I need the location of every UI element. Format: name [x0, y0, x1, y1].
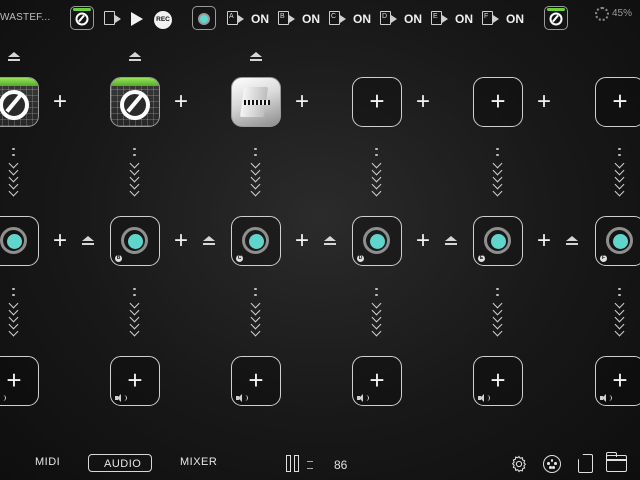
plus-icon: + — [369, 86, 385, 116]
tempo-value[interactable]: 86 — [334, 458, 347, 472]
tempo-lines-icon — [307, 461, 313, 469]
plus-icon: + — [369, 365, 385, 395]
battery-percent: 45% — [612, 8, 633, 19]
eject-icon[interactable] — [127, 52, 143, 62]
speaker-icon — [115, 394, 127, 402]
tab-mixer[interactable]: MIXER — [180, 456, 217, 468]
instrument-slot-c[interactable] — [231, 77, 281, 127]
play-icon[interactable] — [131, 12, 143, 26]
output-slot-a[interactable]: + — [0, 356, 39, 406]
plus-icon: + — [612, 86, 628, 116]
instrument-slot-a[interactable] — [0, 77, 39, 127]
scene-c-icon[interactable]: C — [329, 11, 346, 25]
speaker-icon — [600, 394, 612, 402]
fx-ring-icon — [6, 233, 22, 249]
output-slot-d[interactable]: + — [352, 356, 402, 406]
fx-monitor-button[interactable] — [192, 6, 216, 30]
eject-icon[interactable] — [248, 52, 264, 62]
moog-logo-icon — [549, 12, 563, 26]
tap-tempo-icon[interactable] — [286, 455, 302, 474]
fx-ring-icon — [490, 233, 506, 249]
add-fx-plus[interactable]: + — [414, 229, 432, 253]
speaker-icon — [478, 394, 490, 402]
eject-icon[interactable] — [201, 236, 217, 246]
import-clip-icon[interactable] — [104, 11, 121, 25]
speaker-icon — [0, 394, 6, 402]
fx-slot-c[interactable]: C — [231, 216, 281, 266]
plus-icon: + — [127, 365, 143, 395]
scene-f-state[interactable]: ON — [506, 12, 524, 26]
add-fx-plus[interactable]: + — [51, 229, 69, 253]
fx-slot-b[interactable]: B — [110, 216, 160, 266]
scene-b-icon[interactable]: B — [278, 11, 295, 25]
instrument-slot-d[interactable]: + — [352, 77, 402, 127]
plus-icon: + — [248, 365, 264, 395]
folder-icon[interactable] — [605, 452, 627, 472]
plus-icon: + — [490, 86, 506, 116]
channel-badge: C — [236, 255, 243, 262]
add-instrument-plus[interactable]: + — [293, 90, 311, 114]
fx-ring-icon — [198, 13, 210, 26]
moog-logo-icon — [0, 90, 29, 120]
fx-ring-icon — [612, 233, 628, 249]
instrument-slot-b[interactable] — [110, 77, 160, 127]
tab-midi[interactable]: MIDI — [35, 456, 60, 468]
scene-c-state[interactable]: ON — [353, 12, 371, 26]
channel-badge: D — [357, 255, 364, 262]
instrument-slot-f[interactable]: + — [595, 77, 640, 127]
channel-badge: F — [600, 255, 607, 262]
output-slot-f[interactable]: + — [595, 356, 640, 406]
add-instrument-plus[interactable]: + — [51, 90, 69, 114]
gear-icon[interactable] — [510, 455, 528, 473]
fx-slot-e[interactable]: E — [473, 216, 523, 266]
host-app-button[interactable] — [70, 6, 94, 30]
speaker-icon — [236, 394, 248, 402]
output-slot-b[interactable]: + — [110, 356, 160, 406]
scene-a-state[interactable]: ON — [251, 12, 269, 26]
fx-slot-d[interactable]: D — [352, 216, 402, 266]
project-name[interactable]: WASTEF... — [0, 12, 50, 23]
moog-app-shortcut[interactable] — [544, 6, 568, 30]
eject-icon[interactable] — [564, 236, 580, 246]
scene-a-icon[interactable]: A — [227, 11, 244, 25]
add-fx-plus[interactable]: + — [172, 229, 190, 253]
record-button[interactable]: REC — [154, 11, 172, 29]
fx-slot-a[interactable] — [0, 216, 39, 266]
add-fx-plus[interactable]: + — [535, 229, 553, 253]
plus-icon: + — [6, 365, 22, 395]
scene-d-icon[interactable]: D — [380, 11, 397, 25]
scene-f-icon[interactable]: F — [482, 11, 499, 25]
add-fx-plus[interactable]: + — [293, 229, 311, 253]
scene-d-state[interactable]: ON — [404, 12, 422, 26]
fx-ring-icon — [127, 233, 143, 249]
fx-ring-icon — [369, 233, 385, 249]
fx-ring-icon — [248, 233, 264, 249]
add-instrument-plus[interactable]: + — [172, 90, 190, 114]
eject-icon[interactable] — [322, 236, 338, 246]
sd-card-icon[interactable] — [578, 454, 593, 473]
instrument-slot-e[interactable]: + — [473, 77, 523, 127]
channel-badge: B — [115, 255, 122, 262]
plus-icon: + — [612, 365, 628, 395]
add-instrument-plus[interactable]: + — [535, 90, 553, 114]
moog-logo-icon — [75, 12, 89, 26]
midi-port-icon[interactable] — [543, 455, 561, 473]
add-instrument-plus[interactable]: + — [414, 90, 432, 114]
scene-e-icon[interactable]: E — [431, 11, 448, 25]
channel-badge: E — [478, 255, 485, 262]
tab-audio[interactable]: AUDIO — [104, 458, 141, 470]
scene-e-state[interactable]: ON — [455, 12, 473, 26]
speaker-icon — [357, 394, 369, 402]
top-toolbar: WASTEF... REC A ON B ON C ON D ON E ON F… — [0, 0, 640, 38]
battery-icon — [595, 7, 609, 21]
scene-b-state[interactable]: ON — [302, 12, 320, 26]
output-slot-e[interactable]: + — [473, 356, 523, 406]
output-slot-c[interactable]: + — [231, 356, 281, 406]
fx-slot-f[interactable]: F — [595, 216, 640, 266]
eject-icon[interactable] — [443, 236, 459, 246]
eject-icon[interactable] — [80, 236, 96, 246]
moog-logo-icon — [120, 90, 150, 120]
eject-icon[interactable] — [6, 52, 22, 62]
plus-icon: + — [490, 365, 506, 395]
